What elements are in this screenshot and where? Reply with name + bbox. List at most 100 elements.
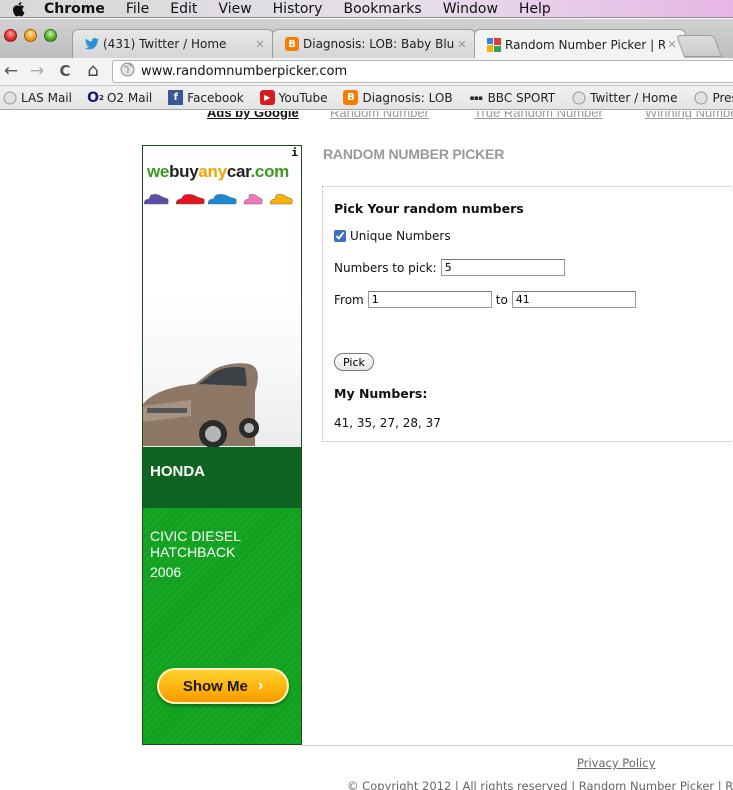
globe-icon xyxy=(120,62,135,81)
bookmark-diagnosis-lob[interactable]: B Diagnosis: LOB xyxy=(343,90,453,105)
bookmark-label: Facebook xyxy=(187,90,244,105)
my-numbers-label: My Numbers: xyxy=(334,386,428,401)
from-input[interactable] xyxy=(367,291,492,308)
unique-numbers-label: Unique Numbers xyxy=(350,229,451,243)
page-title: RANDOM NUMBER PICKER xyxy=(323,146,505,162)
ad-car-icons xyxy=(143,194,293,205)
bookmark-las-mail[interactable]: LAS Mail xyxy=(2,90,72,105)
bookmark-bbc-sport[interactable]: ▪▪▪ BBC SPORT xyxy=(469,90,556,105)
bbc-icon: ▪▪▪ xyxy=(469,93,483,102)
bookmark-press[interactable]: Press T xyxy=(693,90,733,105)
back-arrow-icon[interactable]: ← xyxy=(2,62,20,80)
top-nav: Ads by Google Random Number True Random … xyxy=(0,111,733,120)
bookmark-youtube[interactable]: ▶ YouTube xyxy=(259,90,327,105)
from-label: From xyxy=(334,292,364,307)
nav-winning-numbers-link[interactable]: Winning Numbe xyxy=(645,111,733,120)
web-page: Ads by Google Random Number True Random … xyxy=(0,111,733,790)
bookmark-label: Press T xyxy=(712,90,733,105)
new-tab-button[interactable] xyxy=(675,35,723,57)
bookmarks-bar: LAS Mail O2 O2 Mail f Facebook ▶ YouTube… xyxy=(0,86,733,110)
chevron-right-icon: › xyxy=(257,677,264,694)
copyright-text: © Copyright 2012 | All rights reserved |… xyxy=(347,779,733,790)
ad-show-me-button[interactable]: Show Me › xyxy=(157,668,289,704)
youtube-icon: ▶ xyxy=(259,90,275,105)
menu-window[interactable]: Window xyxy=(443,1,498,17)
window-close-button[interactable] xyxy=(4,29,17,42)
privacy-policy-link[interactable]: Privacy Policy xyxy=(577,756,655,770)
bookmark-o2-mail[interactable]: O2 O2 Mail xyxy=(87,90,153,106)
address-bar[interactable]: www.randomnumberpicker.com xyxy=(112,60,733,83)
range-row: From to xyxy=(334,291,636,308)
tab-title: (431) Twitter / Home xyxy=(103,37,227,51)
ad-make-band: HONDA xyxy=(143,447,301,508)
tab-close-icon[interactable]: ✕ xyxy=(455,38,469,51)
bookmark-label: BBC SPORT xyxy=(487,90,556,105)
ad-model: CIVIC DIESEL HATCHBACK xyxy=(150,528,241,560)
pick-button[interactable]: Pick xyxy=(334,353,374,371)
my-numbers-result: 41, 35, 27, 28, 37 xyxy=(334,416,441,430)
numbers-to-pick-label: Numbers to pick: xyxy=(334,260,437,275)
ads-by-google-link[interactable]: Ads by Google xyxy=(207,111,299,120)
url-text[interactable]: www.randomnumberpicker.com xyxy=(141,64,347,79)
reload-icon[interactable]: C xyxy=(56,62,74,80)
ad-details-band: CIVIC DIESEL HATCHBACK 2006 Show Me › xyxy=(143,508,301,744)
menu-help[interactable]: Help xyxy=(519,1,551,17)
tab-twitter[interactable]: (431) Twitter / Home ✕ xyxy=(72,29,274,58)
footer-divider xyxy=(302,745,733,746)
picker-panel: Pick Your random numbers Unique Numbers … xyxy=(322,186,733,442)
tab-strip: (431) Twitter / Home ✕ B Diagnosis: LOB:… xyxy=(0,19,733,59)
tab-close-icon[interactable]: ✕ xyxy=(253,38,267,51)
form-heading: Pick Your random numbers xyxy=(334,201,524,216)
ad-cta-label: Show Me xyxy=(182,677,248,695)
ad-car-icon xyxy=(269,194,293,205)
numbers-to-pick-input[interactable] xyxy=(440,259,565,276)
menu-edit[interactable]: Edit xyxy=(170,1,197,17)
blogger-icon: B xyxy=(343,90,359,105)
menu-chrome[interactable]: Chrome xyxy=(44,1,105,17)
bookmark-label: LAS Mail xyxy=(21,90,72,105)
globe-icon xyxy=(2,90,17,105)
nav-true-random-number-link[interactable]: True Random Number xyxy=(474,111,603,120)
forward-arrow-icon[interactable]: → xyxy=(28,62,46,80)
nav-random-number-link[interactable]: Random Number xyxy=(330,111,429,120)
bookmark-twitter-home[interactable]: Twitter / Home xyxy=(571,90,677,105)
advertisement-banner[interactable]: i webuyanycar.com HONDA CIVIC DIESEL HAT… xyxy=(142,145,302,745)
bookmark-label: Diagnosis: LOB xyxy=(362,90,453,105)
menu-file[interactable]: File xyxy=(126,1,149,17)
globe-icon xyxy=(571,90,586,105)
tab-title: Diagnosis: LOB: Baby Blues? xyxy=(303,37,455,51)
window-zoom-button[interactable] xyxy=(44,29,57,42)
unique-numbers-row[interactable]: Unique Numbers xyxy=(334,229,451,243)
ad-year: 2006 xyxy=(150,564,182,580)
ad-car-photo xyxy=(143,296,301,448)
menu-view[interactable]: View xyxy=(218,1,251,17)
blogger-icon: B xyxy=(285,37,299,51)
bookmark-facebook[interactable]: f Facebook xyxy=(168,90,244,105)
menu-bookmarks[interactable]: Bookmarks xyxy=(343,1,421,17)
tab-diagnosis-lob[interactable]: B Diagnosis: LOB: Baby Blues? ✕ xyxy=(272,29,476,58)
google-favicon xyxy=(487,37,501,52)
browser-toolbar: ← → C ⌂ www.randomnumberpicker.com xyxy=(0,58,733,86)
window-minimize-button[interactable] xyxy=(24,29,37,42)
mac-menu-bar: Chrome File Edit View History Bookmarks … xyxy=(0,0,733,18)
ad-brand-logo: webuyanycar.com xyxy=(147,162,289,181)
tab-title: Random Number Picker | Ran xyxy=(505,37,665,52)
to-input[interactable] xyxy=(511,291,636,308)
ad-make: HONDA xyxy=(150,463,205,480)
tab-random-number-picker[interactable]: Random Number Picker | Ran ✕ xyxy=(474,29,686,59)
facebook-icon: f xyxy=(168,90,184,105)
apple-icon[interactable] xyxy=(12,1,26,17)
menu-history[interactable]: History xyxy=(273,1,323,17)
ad-car-icon xyxy=(175,194,205,205)
to-label: to xyxy=(495,292,508,307)
twitter-bird-icon xyxy=(85,37,99,51)
numbers-to-pick-row: Numbers to pick: xyxy=(334,259,565,276)
ad-car-icon xyxy=(143,194,169,205)
unique-numbers-checkbox[interactable] xyxy=(334,230,346,242)
ad-info-icon[interactable]: i xyxy=(291,146,298,159)
ad-car-icon xyxy=(243,194,263,205)
globe-icon xyxy=(693,90,708,105)
home-icon[interactable]: ⌂ xyxy=(84,62,102,80)
bookmark-label: O2 Mail xyxy=(106,90,153,105)
ad-car-icon xyxy=(207,194,237,205)
